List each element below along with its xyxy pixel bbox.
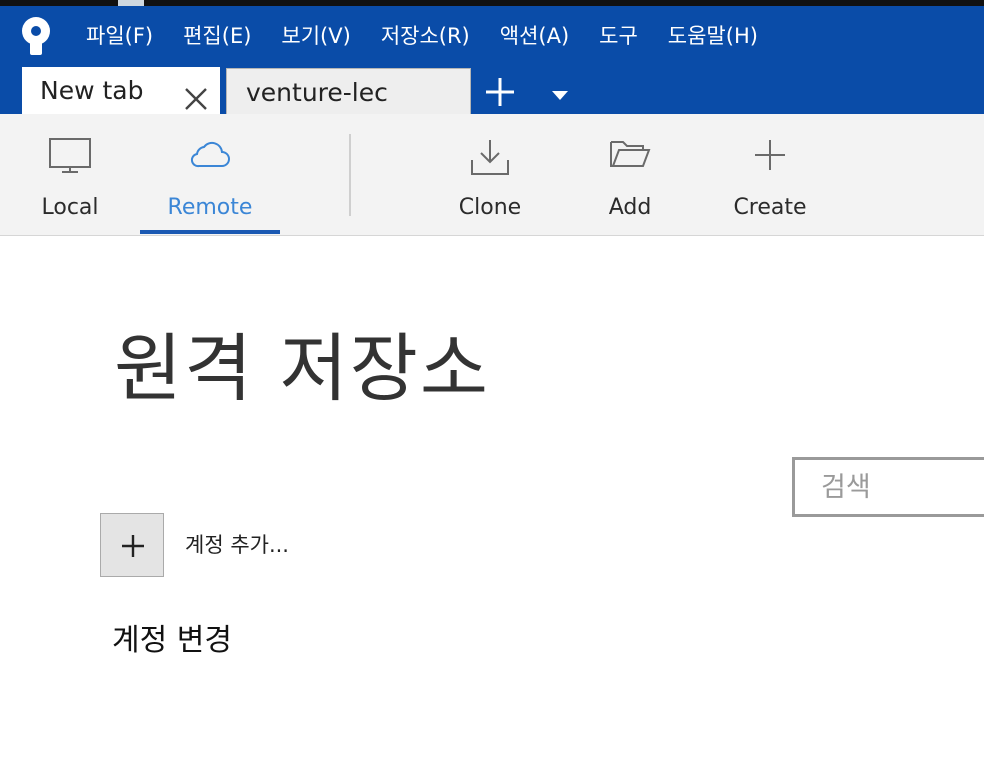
- add-label: Add: [608, 195, 652, 220]
- toolbar: Local Remote Clone Add Create: [0, 114, 984, 236]
- change-account-heading: 계정 변경: [112, 623, 232, 658]
- active-tool-underline: [140, 230, 280, 234]
- add-button[interactable]: Add: [560, 114, 700, 234]
- page-title: 원격 저장소: [114, 326, 490, 412]
- add-account-label[interactable]: 계정 추가...: [185, 530, 289, 560]
- new-tab-plus-icon[interactable]: [484, 76, 516, 108]
- close-tab-icon[interactable]: [184, 79, 208, 110]
- create-label: Create: [733, 195, 807, 220]
- create-button[interactable]: Create: [700, 114, 840, 234]
- download-icon: [471, 140, 509, 175]
- search-input[interactable]: [795, 460, 984, 514]
- plus-icon: [755, 140, 785, 170]
- search-box[interactable]: [792, 457, 984, 517]
- remote-button[interactable]: Remote: [140, 114, 280, 234]
- tab-venture-lec[interactable]: venture-lec: [226, 68, 471, 114]
- toolbar-divider: [349, 134, 351, 216]
- tab-list-chevron-down-icon[interactable]: [552, 86, 568, 100]
- menu-tools[interactable]: 도구: [599, 18, 638, 54]
- tab-new-tab-label: New tab: [40, 76, 144, 105]
- title-bar: 파일(F) 편집(E) 보기(V) 저장소(R) 액션(A) 도구 도움말(H)…: [0, 0, 984, 114]
- folder-open-icon: [610, 141, 651, 167]
- tab-venture-lec-label: venture-lec: [246, 78, 388, 107]
- add-account-button[interactable]: [100, 513, 164, 577]
- add-account-plus-icon: [122, 535, 144, 557]
- menu-bar: 파일(F) 편집(E) 보기(V) 저장소(R) 액션(A) 도구 도움말(H): [86, 18, 788, 54]
- menu-actions[interactable]: 액션(A): [500, 18, 569, 54]
- tab-new-tab[interactable]: New tab: [22, 67, 220, 114]
- clone-button[interactable]: Clone: [420, 114, 560, 234]
- menu-edit[interactable]: 편집(E): [183, 18, 251, 54]
- local-label: Local: [41, 195, 99, 220]
- window-top-edge: [0, 0, 984, 6]
- sourcetree-logo-icon: [20, 16, 52, 56]
- clone-label: Clone: [458, 195, 522, 220]
- monitor-icon: [49, 138, 91, 173]
- remote-label: Remote: [167, 195, 253, 220]
- menu-repository[interactable]: 저장소(R): [381, 18, 470, 54]
- menu-view[interactable]: 보기(V): [281, 18, 350, 54]
- cloud-icon: [190, 141, 230, 168]
- window-edge-shard: [118, 0, 144, 6]
- menu-file[interactable]: 파일(F): [86, 18, 153, 54]
- menu-help[interactable]: 도움말(H): [668, 18, 758, 54]
- local-button[interactable]: Local: [0, 114, 140, 234]
